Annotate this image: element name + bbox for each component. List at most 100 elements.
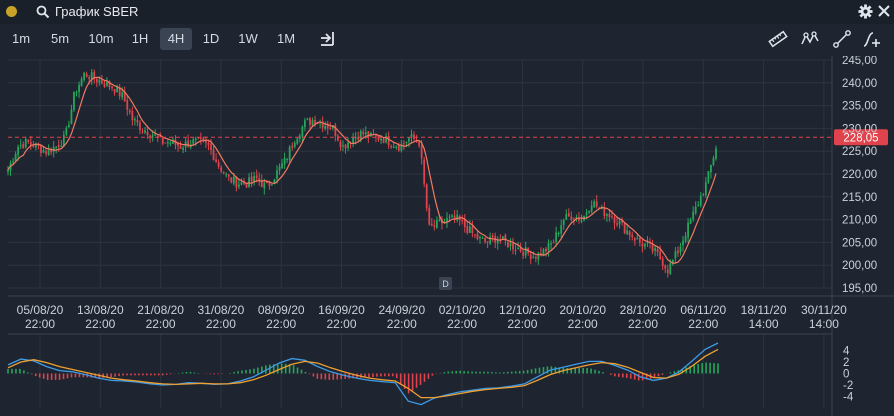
candle-body xyxy=(509,242,512,247)
candle-body xyxy=(534,256,537,259)
candle-body xyxy=(603,207,606,216)
candle-body xyxy=(288,146,291,161)
candle-body xyxy=(476,233,479,240)
candle-body xyxy=(85,73,88,77)
candle-body xyxy=(481,237,484,239)
candle-body xyxy=(57,145,60,148)
candle-body xyxy=(344,144,347,149)
add-indicator-icon[interactable] xyxy=(862,29,882,49)
macd-tick: 4 xyxy=(843,346,850,358)
scroll-to-end-icon[interactable] xyxy=(318,29,338,49)
candle-body xyxy=(336,135,339,141)
candles xyxy=(7,68,717,278)
candle-body xyxy=(255,175,258,178)
window-status-dot[interactable] xyxy=(6,6,17,17)
candle-body xyxy=(306,119,309,121)
candle-body xyxy=(684,236,687,242)
timeframe-10m[interactable]: 10m xyxy=(84,28,118,50)
time-tick-time: 22:00 xyxy=(568,317,598,331)
price-chart[interactable]: 228,05 245,00240,00235,00230,00225,00220… xyxy=(0,56,894,416)
candle-body xyxy=(80,78,83,87)
candle-body xyxy=(169,142,172,144)
close-icon[interactable] xyxy=(877,4,891,18)
candle-body xyxy=(199,137,202,139)
candle-body xyxy=(88,77,91,80)
candle-body xyxy=(656,248,659,253)
trendline-tool-icon[interactable] xyxy=(832,29,852,49)
candle-body xyxy=(448,216,451,218)
time-tick-time: 22:00 xyxy=(507,317,537,331)
timeframe-5m[interactable]: 5m xyxy=(44,28,76,50)
candle-body xyxy=(661,258,664,267)
candle-body xyxy=(136,119,139,123)
candle-body xyxy=(248,177,250,187)
candle-body xyxy=(517,248,519,250)
candle-body xyxy=(311,120,314,127)
candle-body xyxy=(24,138,27,148)
candle-body xyxy=(532,256,535,258)
candle-body xyxy=(613,216,616,224)
time-tick-time: 22:00 xyxy=(25,317,55,331)
candle-body xyxy=(397,145,400,151)
candle-body xyxy=(103,83,106,87)
candle-body xyxy=(628,231,631,236)
candle-body xyxy=(562,220,565,225)
candle-body xyxy=(689,219,692,224)
candle-body xyxy=(133,119,136,121)
candle-body xyxy=(618,221,621,225)
candle-body xyxy=(547,242,550,251)
time-tick-date: 13/08/20 xyxy=(77,303,124,317)
candle-body xyxy=(423,159,426,184)
time-tick-date: 05/08/20 xyxy=(17,303,64,317)
candle-body xyxy=(664,265,667,269)
timeframe-1m[interactable]: 1m xyxy=(6,28,36,50)
candle-body xyxy=(486,241,489,243)
candle-body xyxy=(682,240,684,246)
gear-icon[interactable] xyxy=(858,4,873,19)
candle-body xyxy=(238,184,240,187)
candle-body xyxy=(484,237,486,242)
price-tick: 210,00 xyxy=(842,215,877,227)
candle-body xyxy=(207,142,210,146)
candle-body xyxy=(281,163,283,168)
candle-body xyxy=(210,144,212,151)
price-tick: 195,00 xyxy=(842,283,877,295)
candle-body xyxy=(641,243,644,247)
time-tick-time: 14:00 xyxy=(809,317,839,331)
timeframe-1mo[interactable]: 1M xyxy=(270,28,302,50)
candle-body xyxy=(95,78,98,83)
candle-body xyxy=(14,153,17,161)
macd-tick: -2 xyxy=(843,380,853,392)
candle-body xyxy=(227,174,230,177)
candle-body xyxy=(339,141,342,148)
candle-body xyxy=(212,149,215,161)
candle-body xyxy=(659,251,662,260)
candle-body xyxy=(126,100,129,110)
indicators-icon[interactable] xyxy=(800,29,820,49)
window-title: График SBER xyxy=(55,4,139,19)
timeframe-4h[interactable]: 4H xyxy=(160,28,192,50)
candle-body xyxy=(166,142,169,144)
candle-body xyxy=(375,135,377,137)
ruler-icon[interactable] xyxy=(768,29,788,49)
candle-body xyxy=(347,142,349,149)
candle-body xyxy=(215,159,217,163)
time-tick-date: 24/09/20 xyxy=(378,303,425,317)
candle-body xyxy=(220,167,223,172)
timeframe-1h[interactable]: 1H xyxy=(124,28,156,50)
candle-body xyxy=(364,132,367,135)
candle-body xyxy=(225,174,228,176)
timeframe-1d[interactable]: 1D xyxy=(196,28,226,50)
candle-body xyxy=(580,220,583,222)
candle-body xyxy=(636,238,639,240)
candle-body xyxy=(608,213,611,218)
search-icon[interactable] xyxy=(36,5,50,19)
timeframe-1w[interactable]: 1W xyxy=(232,28,264,50)
candle-body xyxy=(428,207,431,225)
candle-body xyxy=(697,204,700,206)
candle-body xyxy=(514,249,517,251)
candle-body xyxy=(466,226,469,234)
candle-body xyxy=(22,144,25,149)
price-tick: 200,00 xyxy=(842,260,877,272)
time-axis[interactable]: 05/08/2022:0013/08/2022:0021/08/2022:003… xyxy=(17,303,847,331)
